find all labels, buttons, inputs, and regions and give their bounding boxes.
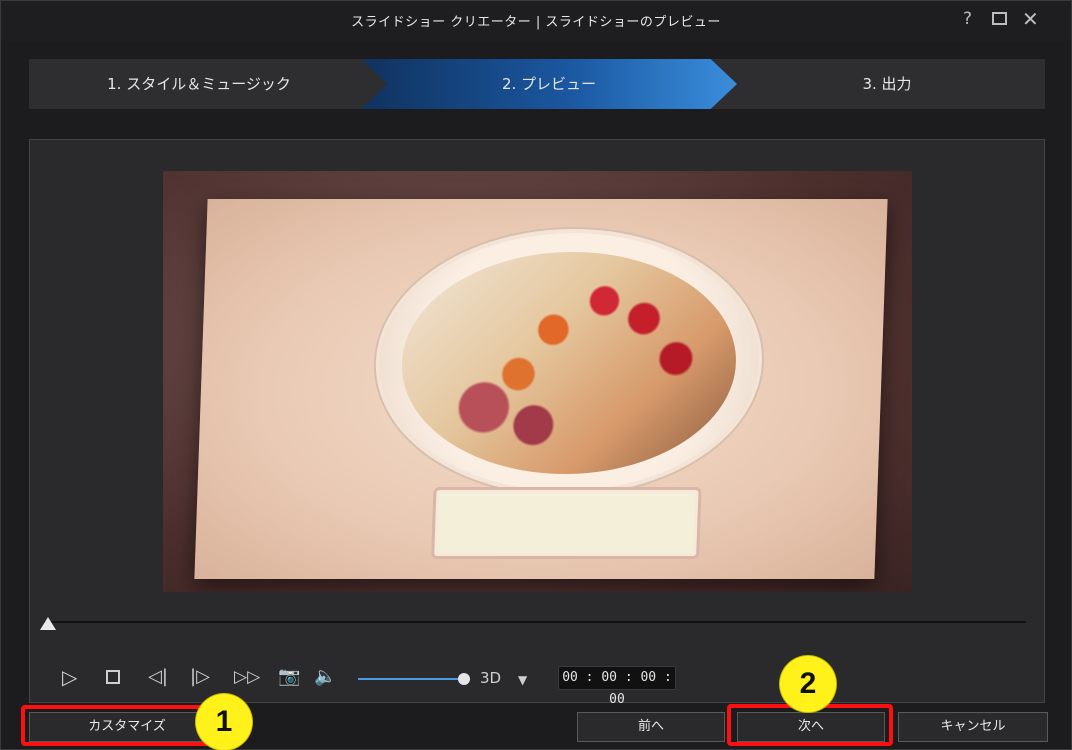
help-icon[interactable]: ? bbox=[963, 9, 972, 29]
next-frame-icon[interactable]: |▷ bbox=[190, 667, 210, 687]
timecode-display: 00 : 00 : 00 : 00 bbox=[558, 666, 676, 707]
3d-mode-label[interactable]: 3D bbox=[480, 668, 501, 688]
step-badge-1: 1 bbox=[196, 694, 252, 750]
back-button[interactable]: 前へ bbox=[577, 712, 725, 742]
previous-frame-icon[interactable]: ◁| bbox=[148, 667, 168, 687]
step-style-music[interactable]: 1. スタイル＆ミュージック bbox=[29, 59, 369, 109]
close-icon[interactable]: ✕ bbox=[1022, 7, 1039, 31]
title-bar: スライドショー クリエーター | スライドショーのプレビュー ? ✕ bbox=[1, 1, 1071, 41]
step-navigator: 1. スタイル＆ミュージック 2. プレビュー 3. 出力 bbox=[29, 59, 1045, 109]
camera-icon[interactable]: 📷 bbox=[278, 667, 300, 687]
fast-forward-icon[interactable]: ▷▷ bbox=[234, 667, 260, 687]
seek-handle[interactable] bbox=[40, 617, 56, 630]
play-icon[interactable]: ▷ bbox=[62, 667, 77, 687]
preview-stage bbox=[163, 171, 912, 592]
chevron-down-icon[interactable]: ▼ bbox=[518, 670, 527, 690]
seek-bar[interactable] bbox=[44, 621, 1026, 623]
step-preview[interactable]: 2. プレビュー bbox=[361, 59, 737, 109]
volume-icon[interactable]: 🔈 bbox=[314, 667, 336, 687]
preview-panel: ▷ ◁| |▷ ▷▷ 📷 🔈 3D ▼ 00 : 00 : 00 : 00 bbox=[29, 139, 1045, 707]
step-output[interactable]: 3. 出力 bbox=[729, 59, 1045, 109]
volume-handle[interactable] bbox=[458, 673, 470, 685]
step-badge-2: 2 bbox=[780, 656, 836, 712]
slide-card bbox=[194, 199, 888, 579]
stop-icon[interactable] bbox=[106, 670, 120, 684]
maximize-icon[interactable] bbox=[992, 12, 1007, 25]
slideshow-creator-window: スライドショー クリエーター | スライドショーのプレビュー ? ✕ 1. スタ… bbox=[0, 0, 1072, 750]
caption-plate bbox=[431, 487, 702, 559]
next-button[interactable]: 次へ bbox=[737, 712, 885, 742]
volume-slider[interactable] bbox=[358, 678, 462, 680]
cancel-button[interactable]: キャンセル bbox=[898, 712, 1048, 742]
window-title: スライドショー クリエーター | スライドショーのプレビュー bbox=[351, 15, 721, 30]
